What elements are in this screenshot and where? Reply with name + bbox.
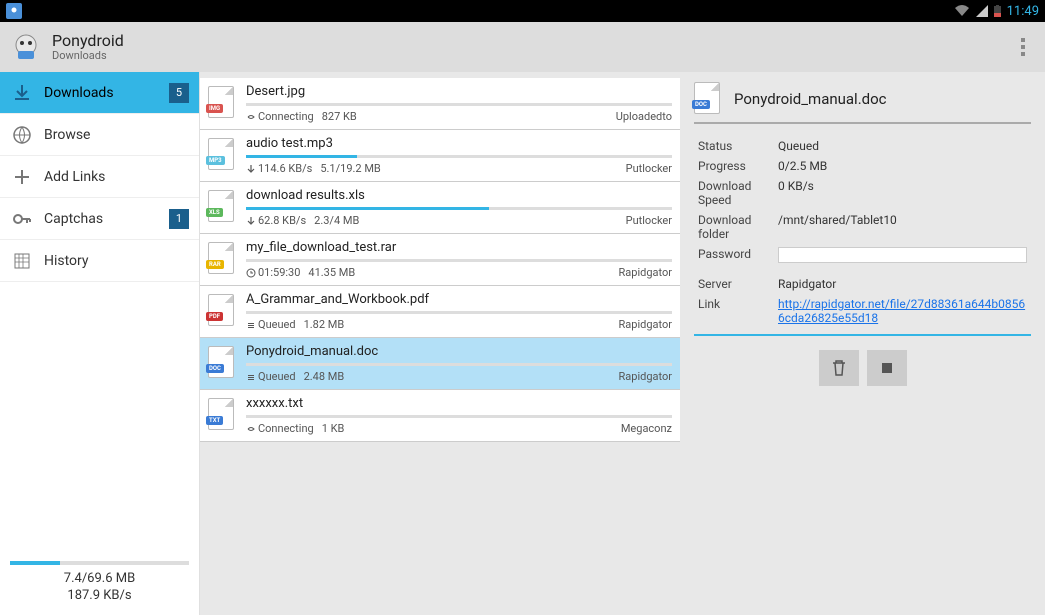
file-size: 827 KB — [322, 110, 357, 123]
file-status: Connecting — [246, 110, 314, 123]
file-type-icon: IMG — [208, 86, 236, 118]
file-type-icon: XLS — [208, 190, 236, 222]
history-icon — [10, 249, 34, 273]
captchas-badge: 1 — [169, 209, 189, 229]
wifi-icon — [954, 5, 970, 17]
file-type-icon: RAR — [208, 242, 236, 274]
details-table: StatusQueued Progress0/2.5 MB Download S… — [694, 136, 1031, 328]
file-name: my_file_download_test.rar — [246, 240, 672, 255]
file-name: audio test.mp3 — [246, 136, 672, 151]
sidebar-item-label: Captchas — [44, 211, 169, 227]
file-item[interactable]: PDF A_Grammar_and_Workbook.pdf Queued 1.… — [200, 286, 680, 338]
stop-icon — [878, 359, 896, 377]
delete-button[interactable] — [819, 350, 859, 386]
downloads-list: IMG Desert.jpg Connecting 827 KB Uploade… — [200, 72, 680, 615]
file-progress-bar — [246, 155, 672, 158]
downloads-badge: 5 — [169, 83, 189, 103]
file-type-icon: TXT — [208, 398, 236, 430]
details-progress: 0/2.5 MB — [774, 156, 1031, 176]
sidebar-item-browse[interactable]: Browse — [0, 114, 199, 156]
sidebar-item-downloads[interactable]: Downloads 5 — [0, 72, 199, 114]
overflow-menu-button[interactable] — [1011, 31, 1035, 63]
android-statusbar: 11:49 — [0, 0, 1045, 22]
file-size: 1.82 MB — [304, 318, 345, 331]
file-name: download results.xls — [246, 188, 672, 203]
key-icon — [10, 207, 34, 231]
file-progress-bar — [246, 259, 672, 262]
details-folder: /mnt/shared/Tablet10 — [774, 210, 1031, 244]
file-size: 2.48 MB — [304, 370, 345, 383]
file-item[interactable]: IMG Desert.jpg Connecting 827 KB Uploade… — [200, 78, 680, 130]
file-name: A_Grammar_and_Workbook.pdf — [246, 292, 672, 307]
file-progress-bar — [246, 311, 672, 314]
file-doc-icon: DOC — [694, 82, 724, 116]
file-type-icon: PDF — [208, 294, 236, 326]
clock: 11:49 — [1007, 4, 1039, 19]
file-size: 5.1/19.2 MB — [320, 162, 380, 175]
sidebar-item-history[interactable]: History — [0, 240, 199, 282]
file-type-icon: DOC — [208, 346, 236, 378]
global-progress-bar — [10, 561, 189, 565]
details-title: Ponydroid_manual.doc — [734, 90, 887, 108]
file-status: Queued — [246, 318, 296, 331]
file-server: Rapidgator — [619, 266, 672, 279]
sidebar-item-captchas[interactable]: Captchas 1 — [0, 198, 199, 240]
file-item[interactable]: RAR my_file_download_test.rar 01:59:30 4… — [200, 234, 680, 286]
file-server: Putlocker — [626, 162, 672, 175]
file-name: Ponydroid_manual.doc — [246, 344, 672, 359]
file-status: 114.6 KB/s — [246, 162, 312, 175]
file-progress-bar — [246, 415, 672, 418]
details-panel: DOC Ponydroid_manual.doc StatusQueued Pr… — [680, 72, 1045, 615]
status-tray: 11:49 — [954, 4, 1039, 19]
globe-icon — [10, 123, 34, 147]
app-title: Ponydroid — [52, 32, 124, 50]
details-password-input[interactable] — [778, 247, 1027, 263]
file-name: Desert.jpg — [246, 84, 672, 99]
stop-button[interactable] — [867, 350, 907, 386]
download-icon — [10, 81, 34, 105]
file-server: Megaconz — [621, 422, 672, 435]
file-item[interactable]: TXT xxxxxx.txt Connecting 1 KB Megaconz — [200, 390, 680, 442]
sidebar-item-label: Downloads — [44, 85, 169, 101]
trash-icon — [830, 359, 848, 377]
file-status: Queued — [246, 370, 296, 383]
sidebar-item-label: Add Links — [44, 169, 189, 185]
file-server: Uploadedto — [616, 110, 672, 123]
file-item[interactable]: XLS download results.xls 62.8 KB/s 2.3/4… — [200, 182, 680, 234]
sidebar-item-label: History — [44, 253, 189, 269]
file-size: 41.35 MB — [308, 266, 355, 279]
plus-icon — [10, 165, 34, 189]
file-server: Rapidgator — [619, 318, 672, 331]
details-status: Queued — [774, 136, 1031, 156]
global-progress-text: 7.4/69.6 MB — [10, 571, 189, 588]
file-item[interactable]: DOC Ponydroid_manual.doc Queued 2.48 MB … — [200, 338, 680, 390]
sidebar: Downloads 5 Browse Add Links Captchas 1 … — [0, 72, 200, 615]
file-server: Rapidgator — [619, 370, 672, 383]
file-type-icon: MP3 — [208, 138, 236, 170]
app-header: Ponydroid Downloads — [0, 22, 1045, 72]
file-status: 01:59:30 — [246, 266, 300, 279]
global-speed-text: 187.9 KB/s — [10, 588, 189, 605]
app-mini-icon — [6, 3, 22, 19]
sidebar-item-addlinks[interactable]: Add Links — [0, 156, 199, 198]
file-progress-bar — [246, 207, 672, 210]
details-server: Rapidgator — [774, 274, 1031, 294]
file-size: 1 KB — [322, 422, 345, 435]
file-status: Connecting — [246, 422, 314, 435]
signal-icon — [976, 5, 988, 17]
file-progress-bar — [246, 363, 672, 366]
app-subtitle: Downloads — [52, 50, 124, 62]
details-speed: 0 KB/s — [774, 176, 1031, 210]
file-size: 2.3/4 MB — [314, 214, 359, 227]
file-status: 62.8 KB/s — [246, 214, 306, 227]
details-link[interactable]: http://rapidgator.net/file/27d88361a644b… — [778, 297, 1025, 325]
file-item[interactable]: MP3 audio test.mp3 114.6 KB/s 5.1/19.2 M… — [200, 130, 680, 182]
file-name: xxxxxx.txt — [246, 396, 672, 411]
file-progress-bar — [246, 103, 672, 106]
file-server: Putlocker — [626, 214, 672, 227]
sidebar-item-label: Browse — [44, 127, 189, 143]
battery-icon — [994, 5, 1001, 17]
app-icon — [10, 31, 42, 63]
